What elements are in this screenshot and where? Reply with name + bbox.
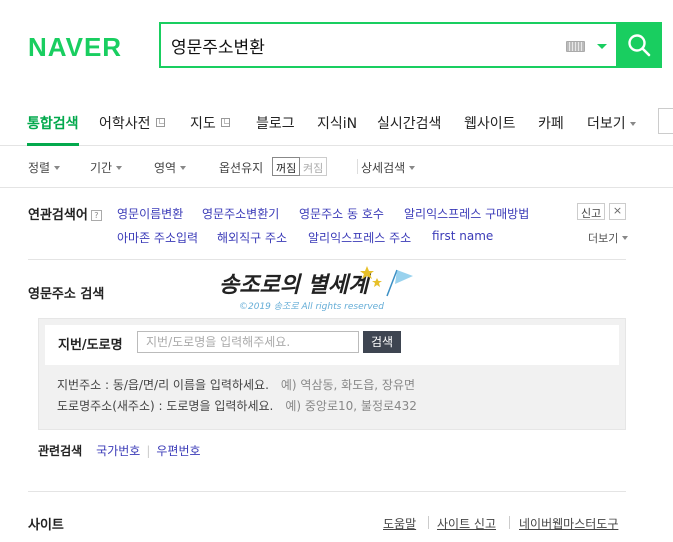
tab-label: 어학사전 (99, 116, 151, 132)
country-code-link[interactable]: 국가번호 (96, 444, 140, 458)
address-input[interactable] (137, 331, 359, 353)
hint-text: 도로명주소(새주소) : 도로명을 입력하세요. (57, 399, 274, 413)
related-searches-title: 연관검색어? (28, 204, 102, 223)
chevron-down-icon (180, 166, 187, 170)
search-icon (628, 34, 651, 57)
option-label: 기간 (90, 161, 113, 175)
option-keep-off-toggle[interactable]: 꺼짐 (272, 157, 301, 176)
tab-websites[interactable]: 웹사이트 (464, 113, 516, 133)
tab-extra-button[interactable] (658, 108, 673, 134)
chevron-down-icon (622, 236, 629, 240)
address-field-label: 지번/도로명 (58, 338, 123, 353)
option-period[interactable]: 기간 (90, 159, 123, 176)
section-title: 영문주소 검색 (28, 287, 105, 302)
search-input[interactable] (171, 32, 551, 58)
popup-icon (220, 118, 230, 127)
search-tabs: 통합검색 어학사전 지도 블로그 지식iN 실시간검색 웹사이트 카페 더보기 (0, 100, 673, 146)
more-label: 더보기 (588, 232, 619, 245)
tab-label: 더보기 (587, 116, 626, 132)
watermark-signature: 송조로의 별세계 ©2019 송조로 All rights reserved (219, 266, 413, 312)
flag-icon (386, 269, 413, 297)
site-section-title: 사이트 (28, 518, 64, 533)
hint-example: 예) 역삼동, 화도읍, 장유면 (280, 378, 416, 392)
address-search-row: 지번/도로명 검색 (45, 325, 619, 365)
help-link[interactable]: 도움말 (383, 515, 416, 532)
keyboard-icon[interactable] (566, 41, 585, 52)
divider (357, 159, 358, 174)
related-links-row: 관련검색 국가번호 | 우편번호 (38, 442, 201, 459)
chevron-down-icon (54, 166, 61, 170)
tab-cafe[interactable]: 카페 (538, 113, 564, 133)
chevron-down-icon (409, 166, 416, 170)
tab-dictionary[interactable]: 어학사전 (99, 113, 165, 133)
related-link[interactable]: 아마존 주소입력 (117, 229, 198, 246)
related-link[interactable]: 해외직구 주소 (217, 229, 287, 246)
tab-map[interactable]: 지도 (190, 113, 230, 133)
site-report-link[interactable]: 사이트 신고 (437, 515, 496, 532)
search-button[interactable] (616, 22, 662, 68)
chevron-down-icon (629, 122, 636, 126)
option-area[interactable]: 영역 (154, 159, 187, 176)
option-keep-on-toggle[interactable]: 켜짐 (300, 157, 328, 176)
zip-code-link[interactable]: 우편번호 (156, 444, 200, 458)
option-sort[interactable]: 정렬 (28, 159, 61, 176)
divider (28, 259, 626, 260)
option-keep-label: 옵션유지 (219, 161, 264, 175)
tab-realtime[interactable]: 실시간검색 (377, 113, 441, 133)
related-link[interactable]: 알리익스프레스 구매방법 (404, 205, 529, 222)
webmaster-tools-link[interactable]: 네이버웹마스터도구 (519, 515, 618, 532)
related-more-button[interactable]: 더보기 (588, 230, 629, 246)
help-icon[interactable]: ? (90, 210, 102, 221)
related-link[interactable]: 영문주소 동 호수 (299, 205, 384, 222)
option-label: 영역 (154, 161, 177, 175)
popup-icon (155, 118, 165, 127)
close-button[interactable]: × (609, 203, 626, 220)
tab-integrated-search[interactable]: 통합검색 (27, 113, 79, 146)
related-link[interactable]: 알리익스프레스 주소 (308, 229, 411, 246)
related-link[interactable]: first name (432, 229, 493, 243)
related-link[interactable]: 영문이름변환 (117, 205, 183, 222)
option-label: 정렬 (28, 161, 51, 175)
watermark-line2: ©2019 송조로 All rights reserved (239, 301, 384, 312)
address-search-button[interactable]: 검색 (363, 331, 401, 353)
report-button[interactable]: 신고 (577, 203, 606, 220)
related-title-text: 연관검색어 (28, 208, 88, 223)
tab-more[interactable]: 더보기 (587, 113, 636, 133)
watermark-line1: 송조로의 별세계 (219, 272, 372, 298)
related-link[interactable]: 영문주소변환기 (202, 205, 279, 222)
naver-logo[interactable]: NAVER (28, 32, 122, 63)
hint-jibun: 지번주소 : 동/읍/면/리 이름을 입력하세요. 예) 역삼동, 화도읍, 장유… (57, 376, 415, 393)
hint-text: 지번주소 : 동/읍/면/리 이름을 입력하세요. (57, 378, 269, 392)
hint-example: 예) 중앙로10, 불정로432 (285, 399, 417, 413)
related-links-title: 관련검색 (38, 444, 83, 458)
tab-label: 지도 (190, 116, 216, 132)
autocomplete-toggle-icon[interactable] (597, 44, 607, 49)
tab-kin[interactable]: 지식iN (317, 113, 357, 133)
tab-blog[interactable]: 블로그 (256, 113, 295, 133)
hint-road: 도로명주소(새주소) : 도로명을 입력하세요. 예) 중앙로10, 불정로432 (57, 397, 417, 414)
option-detail-search[interactable]: 상세검색 (361, 159, 416, 176)
search-box (159, 22, 616, 68)
divider: | (146, 444, 151, 458)
divider (0, 187, 673, 188)
divider (509, 516, 510, 529)
address-search-panel: 지번/도로명 검색 지번주소 : 동/읍/면/리 이름을 입력하세요. 예) 역삼… (38, 318, 626, 430)
divider (428, 516, 429, 529)
option-label: 상세검색 (361, 161, 406, 175)
chevron-down-icon (116, 166, 123, 170)
divider (28, 491, 626, 492)
